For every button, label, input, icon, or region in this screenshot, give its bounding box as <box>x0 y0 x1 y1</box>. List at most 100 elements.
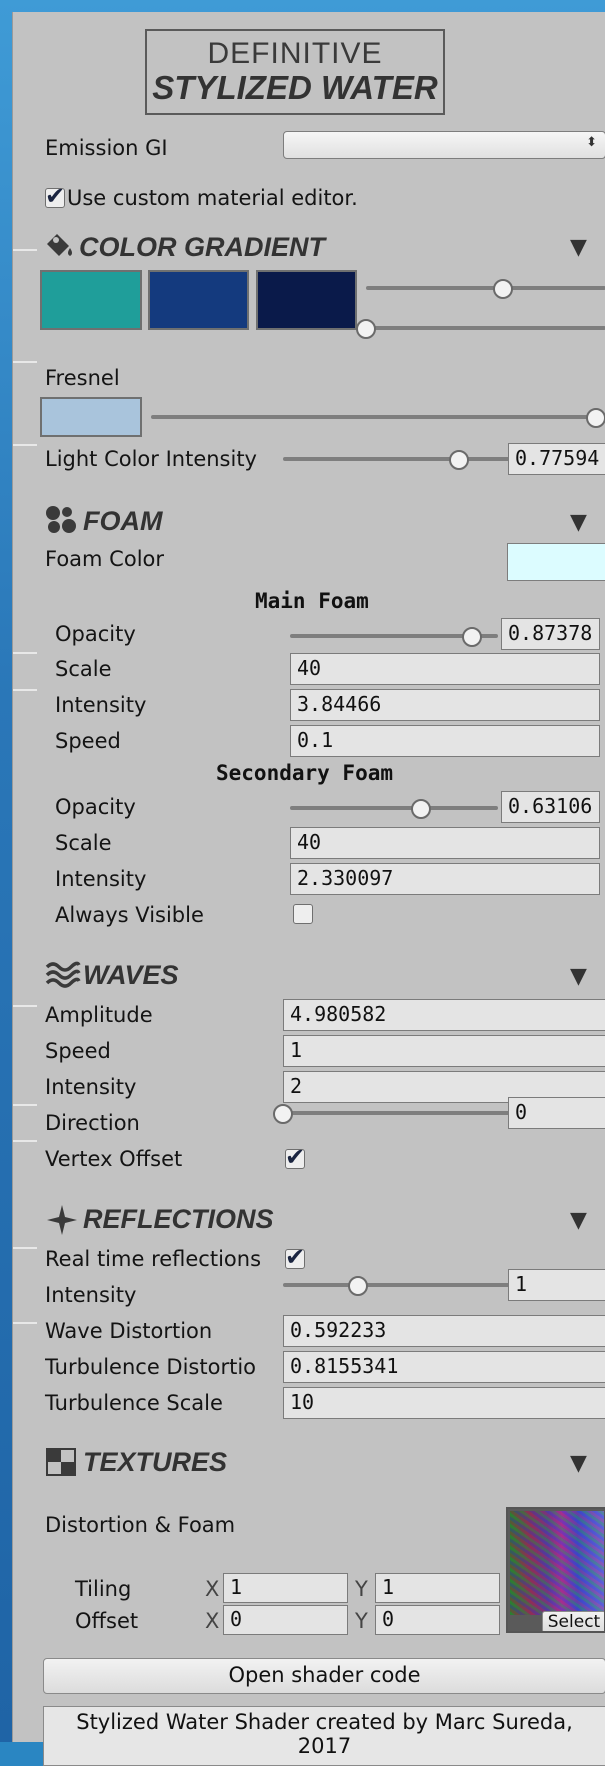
collapse-arrow-icon[interactable]: ▼ <box>570 237 587 259</box>
realtime-reflections-checkbox[interactable]: ✔ <box>285 1244 305 1270</box>
checkmark-icon: ✔ <box>45 182 66 210</box>
always-visible-checkbox[interactable] <box>293 904 313 924</box>
secondary-foam-opacity-field[interactable]: 0.63106 <box>501 791 600 823</box>
edge-tick <box>13 361 37 363</box>
main-foam-intensity-field[interactable]: 3.84466 <box>290 689 600 721</box>
gradient-swatch-2[interactable] <box>148 270 249 330</box>
amplitude-field[interactable]: 4.980582 <box>283 999 605 1031</box>
edge-tick <box>13 1322 37 1324</box>
fresnel-color-swatch[interactable] <box>40 397 142 437</box>
foam-title: FOAM <box>83 506 163 536</box>
credit-line2: 2017 <box>297 1734 352 1758</box>
offset-x-field[interactable]: 0 <box>223 1605 348 1635</box>
distortion-foam-label: Distortion & Foam <box>45 1513 236 1537</box>
collapse-arrow-icon[interactable]: ▼ <box>570 966 587 988</box>
credit-box: Stylized Water Shader created by Marc Su… <box>43 1706 605 1766</box>
reflections-sparkle-icon <box>45 1204 79 1236</box>
texture-select-button[interactable]: Select <box>542 1611 604 1631</box>
vertex-offset-label: Vertex Offset <box>45 1147 183 1171</box>
tiling-label: Tiling <box>75 1577 132 1601</box>
light-intensity-slider-knob[interactable] <box>449 450 470 470</box>
turbulence-distortion-label: Turbulence Distortio <box>45 1355 257 1379</box>
tiling-y-label: Y <box>355 1577 368 1601</box>
secondary-foam-intensity-label: Intensity <box>55 867 147 891</box>
logo: DEFINITIVE STYLIZED WATER <box>145 29 445 115</box>
secondary-foam-scale-field[interactable]: 40 <box>290 827 600 859</box>
main-foam-speed-field[interactable]: 0.1 <box>290 725 600 757</box>
wave-distortion-field[interactable]: 0.592233 <box>283 1315 605 1347</box>
foam-color-swatch[interactable] <box>507 543 605 581</box>
dropdown-arrows-icon: ⬍ <box>586 135 597 150</box>
direction-label: Direction <box>45 1111 140 1135</box>
open-shader-code-button[interactable]: Open shader code <box>43 1658 605 1694</box>
turbulence-scale-field[interactable]: 10 <box>283 1387 605 1419</box>
edge-tick <box>13 1104 37 1106</box>
reflections-intensity-slider-knob[interactable] <box>347 1276 368 1296</box>
tiling-x-field[interactable]: 1 <box>223 1573 348 1603</box>
credit-line1: Stylized Water Shader created by Marc Su… <box>76 1710 573 1734</box>
secondary-foam-opacity-slider-track[interactable] <box>290 806 498 810</box>
offset-y-label: Y <box>355 1609 368 1633</box>
secondary-foam-scale-label: Scale <box>55 831 112 855</box>
foam-color-label: Foam Color <box>45 547 165 571</box>
tiling-y-field[interactable]: 1 <box>375 1573 500 1603</box>
main-foam-speed-label: Speed <box>55 729 121 753</box>
inspector-panel: DEFINITIVE STYLIZED WATER Emission GI ⬍ … <box>12 12 605 1766</box>
fresnel-slider-track[interactable] <box>151 415 605 419</box>
vertex-offset-checkbox[interactable]: ✔ <box>285 1144 305 1170</box>
light-intensity-label: Light Color Intensity <box>45 447 257 471</box>
reflections-intensity-label: Intensity <box>45 1283 137 1307</box>
direction-slider-track[interactable] <box>283 1111 510 1115</box>
emission-gi-dropdown[interactable]: ⬍ <box>283 131 605 159</box>
gradient-swatch-3[interactable] <box>256 270 357 330</box>
gradient-slider-2-track[interactable] <box>366 326 605 330</box>
main-foam-opacity-label: Opacity <box>55 622 136 646</box>
custom-editor-checkbox[interactable]: ✔ <box>45 183 65 209</box>
edge-tick <box>13 1247 37 1249</box>
light-intensity-field[interactable]: 0.77594 <box>508 443 605 475</box>
turbulence-distortion-field[interactable]: 0.8155341 <box>283 1351 605 1383</box>
edge-tick <box>13 652 37 654</box>
main-foam-scale-field[interactable]: 40 <box>290 653 600 685</box>
reflections-intensity-slider-track[interactable] <box>283 1283 510 1287</box>
paint-bucket-icon <box>43 230 79 260</box>
main-foam-opacity-slider-knob[interactable] <box>461 627 482 647</box>
color-gradient-title: COLOR GRADIENT <box>79 232 325 262</box>
edge-tick <box>13 1005 37 1007</box>
distortion-foam-texture-slot[interactable]: Select <box>506 1507 605 1633</box>
custom-editor-label: Use custom material editor. <box>67 186 358 210</box>
edge-tick <box>13 689 37 691</box>
offset-x-label: X <box>205 1609 220 1633</box>
waves-icon <box>45 959 81 989</box>
logo-line2: STYLIZED WATER <box>152 69 438 106</box>
collapse-arrow-icon[interactable]: ▼ <box>570 1210 587 1232</box>
light-intensity-slider-track[interactable] <box>283 457 510 461</box>
edge-tick <box>13 444 37 446</box>
waves-speed-field[interactable]: 1 <box>283 1035 605 1067</box>
gradient-slider-2-knob[interactable] <box>356 319 376 339</box>
wave-distortion-label: Wave Distortion <box>45 1319 213 1343</box>
secondary-foam-heading: Secondary Foam <box>216 761 394 785</box>
fresnel-label: Fresnel <box>45 366 120 390</box>
tiling-x-label: X <box>205 1577 220 1601</box>
direction-field[interactable]: 0 <box>508 1097 605 1129</box>
secondary-foam-intensity-field[interactable]: 2.330097 <box>290 863 600 895</box>
collapse-arrow-icon[interactable]: ▼ <box>570 1453 587 1475</box>
main-foam-scale-label: Scale <box>55 657 112 681</box>
collapse-arrow-icon[interactable]: ▼ <box>570 512 587 534</box>
main-foam-opacity-field[interactable]: 0.87378 <box>501 618 600 650</box>
checkmark-icon: ✔ <box>285 1243 306 1271</box>
direction-slider-knob[interactable] <box>273 1104 293 1124</box>
gradient-slider-1-knob[interactable] <box>492 279 513 299</box>
offset-y-field[interactable]: 0 <box>375 1605 500 1635</box>
secondary-foam-opacity-slider-knob[interactable] <box>411 799 432 819</box>
gradient-swatch-1[interactable] <box>40 270 142 330</box>
textures-title: TEXTURES <box>83 1447 228 1477</box>
checkmark-icon: ✔ <box>285 1143 306 1171</box>
texture-preview-noise <box>510 1511 604 1615</box>
realtime-reflections-label: Real time reflections <box>45 1247 262 1271</box>
fresnel-slider-knob[interactable] <box>586 408 605 428</box>
reflections-intensity-field[interactable]: 1 <box>508 1269 605 1301</box>
gradient-slider-1-track[interactable] <box>366 286 605 290</box>
waves-intensity-label: Intensity <box>45 1075 137 1099</box>
